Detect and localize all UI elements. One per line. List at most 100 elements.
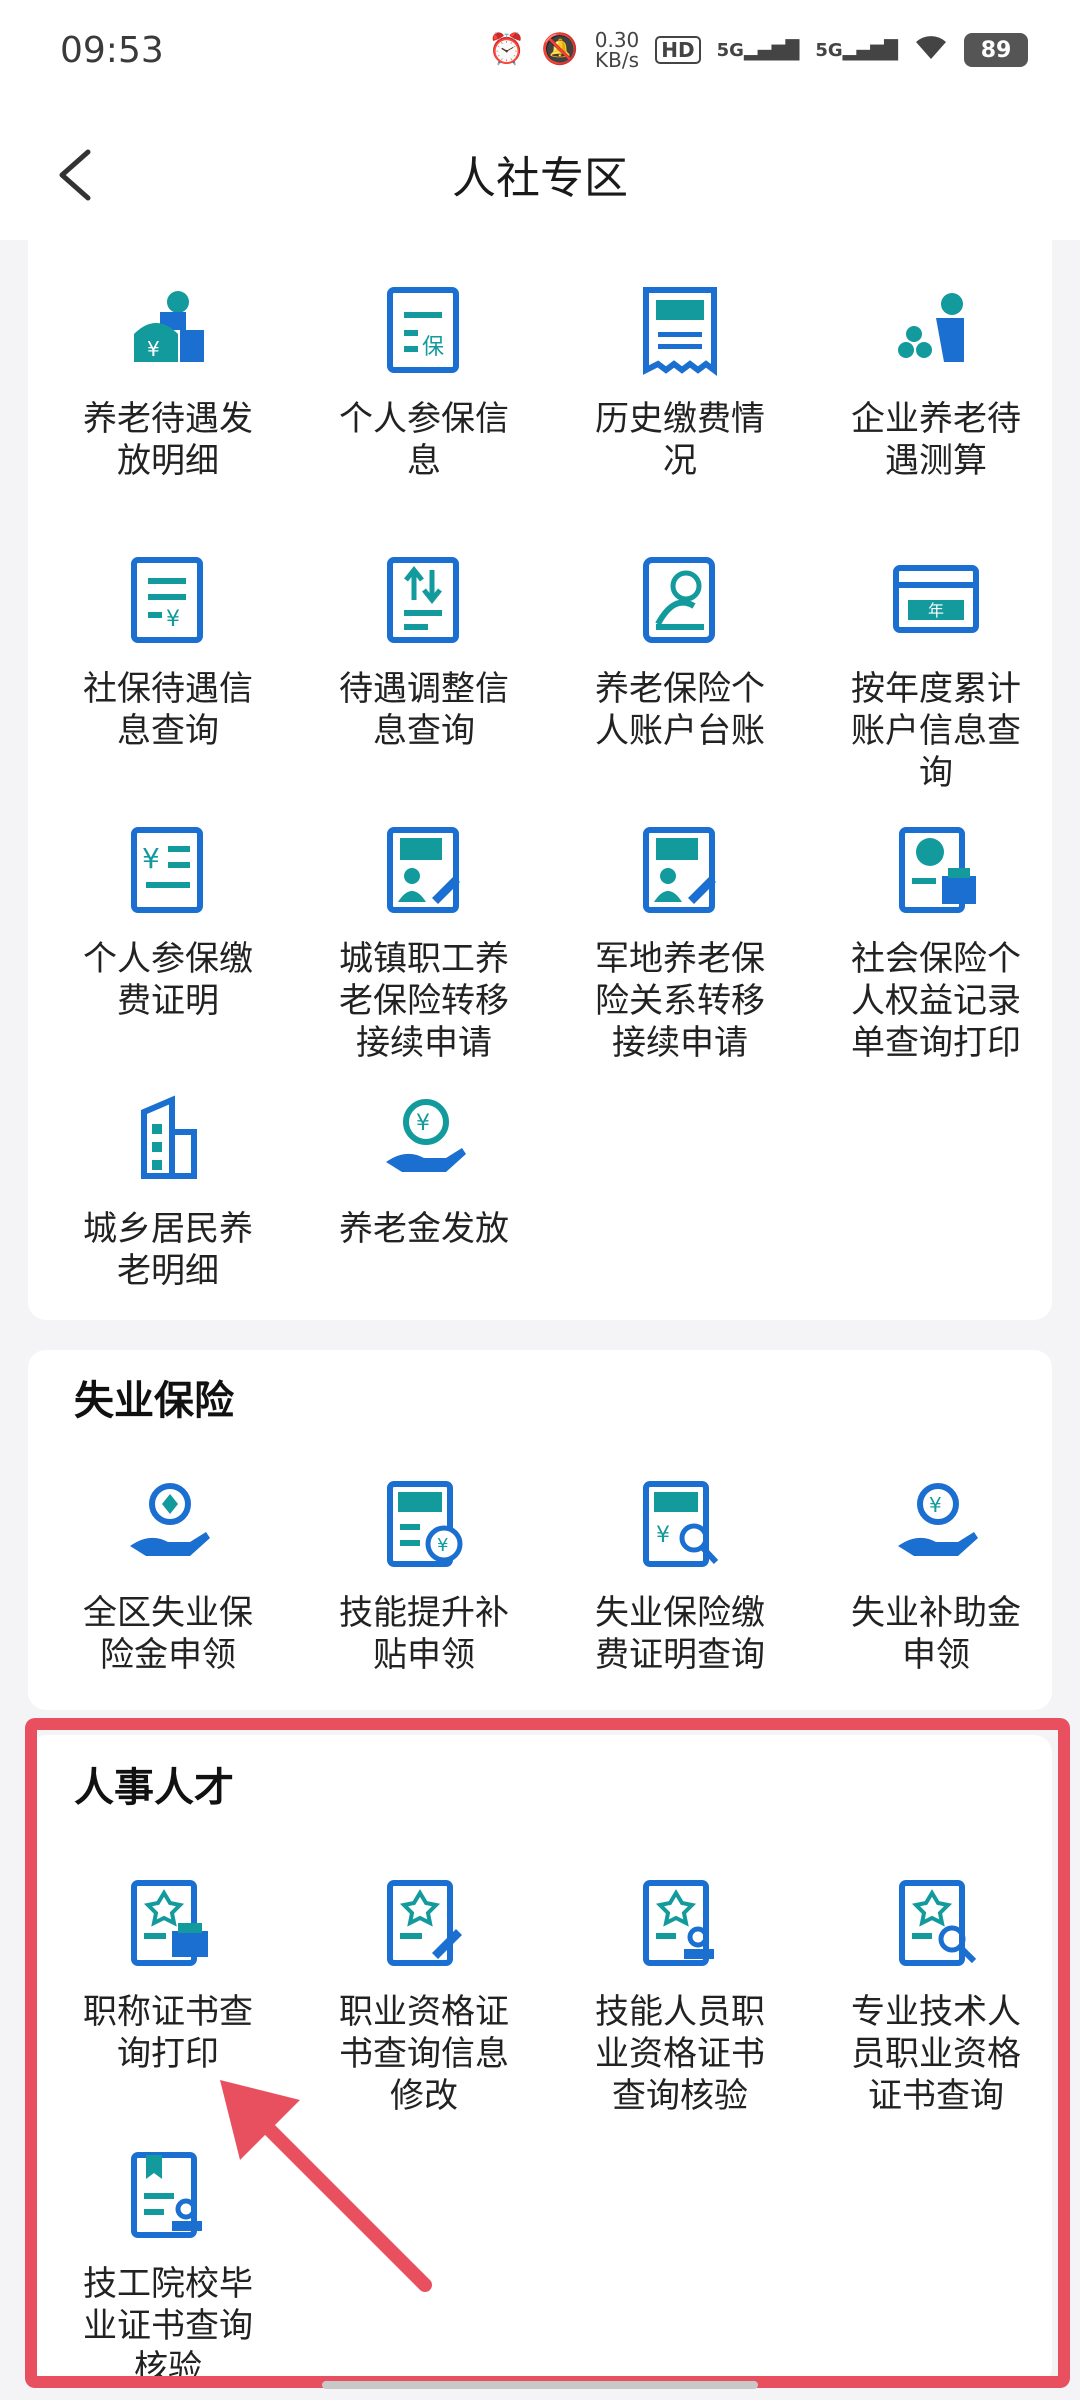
- battery-icon: 89: [964, 33, 1028, 67]
- service-item-skill-subsidy-claim[interactable]: ¥ 技能提升补贴申领: [296, 1476, 552, 1676]
- service-item-label: 企业养老待遇测算: [851, 399, 1021, 481]
- service-item-label: 专业技术人员职业资格证书查询: [851, 1992, 1021, 2116]
- hand-coin-icon: [130, 1483, 210, 1556]
- section-title: 人事人才: [74, 1765, 234, 1811]
- certificate-search-icon: [899, 1880, 977, 1966]
- service-item-label: 个人参保缴费证明: [83, 939, 253, 1021]
- certificate-print-icon: [131, 1880, 208, 1966]
- service-item-pension-issuance[interactable]: ¥ 养老金发放: [296, 1092, 552, 1250]
- hd-badge: HD: [655, 36, 701, 64]
- mute-icon: 🔕: [541, 32, 579, 67]
- svg-text:¥: ¥: [929, 1493, 942, 1517]
- service-item-rural-pension-detail[interactable]: 城乡居民养老明细: [40, 1092, 296, 1292]
- document-jineng-icon: ¥: [387, 1481, 463, 1567]
- document-jundi-icon: [643, 827, 716, 913]
- service-item-label: 失业补助金申领: [851, 1593, 1021, 1675]
- network-speed-unit: KB/s: [595, 48, 640, 72]
- service-item-military-pension-transfer[interactable]: 军地养老保险关系转移接续申请: [552, 822, 808, 1064]
- svg-text:¥: ¥: [142, 842, 160, 875]
- document-arrows-icon: [387, 557, 459, 643]
- service-item-title-certificate-print[interactable]: 职称证书查询打印: [40, 1875, 296, 2075]
- service-item-label: 失业保险缴费证明查询: [595, 1593, 765, 1675]
- service-item-label: 职称证书查询打印: [83, 1992, 253, 2074]
- service-item-payment-certificate[interactable]: ¥ 个人参保缴费证明: [40, 822, 296, 1022]
- svg-text:¥: ¥: [166, 607, 180, 632]
- status-icons: ⏰ 🔕 0.30 KB/s HD 5G▂▄▆█ 5G▂▄▆█ 89: [488, 30, 1028, 70]
- person-yuan-icon: ¥: [134, 291, 204, 362]
- service-item-pension-payment-detail[interactable]: ¥ 养老待遇发放明细: [40, 282, 296, 482]
- svg-text:¥: ¥: [147, 337, 160, 361]
- service-item-label: 历史缴费情况: [595, 399, 765, 481]
- service-item-label: 城乡居民养老明细: [83, 1209, 253, 1291]
- service-item-annual-account-query[interactable]: 年 按年度累计账户信息查询: [808, 552, 1064, 794]
- service-item-rights-record-print[interactable]: 社会保险个人权益记录单查询打印: [808, 822, 1064, 1064]
- certificate-edit-icon: [387, 1880, 462, 1966]
- unemployment-section: 失业保险 全区失业保险金申领 ¥ 技能提升补贴申领 ¥ 失业保险缴费证明查询 ¥…: [28, 1350, 1052, 1710]
- network-speed: 0.30 KB/s: [595, 30, 640, 70]
- svg-text:¥: ¥: [437, 1535, 448, 1556]
- document-si-print-icon: [899, 827, 976, 913]
- service-item-label: 待遇调整信息查询: [339, 669, 509, 751]
- service-item-personal-insurance-info[interactable]: 保 个人参保信息: [296, 282, 552, 482]
- service-item-unemployment-assistance-claim[interactable]: ¥ 失业补助金申领: [808, 1476, 1064, 1676]
- service-item-label: 技工院校毕业证书查询核验: [83, 2264, 253, 2388]
- service-item-label: 技能人员职业资格证书查询核验: [595, 1992, 765, 2116]
- service-item-qualification-certificate-edit[interactable]: 职业资格证书查询信息修改: [296, 1875, 552, 2117]
- signal-5g-icon: 5G▂▄▆█: [815, 39, 898, 61]
- section-title: 失业保险: [74, 1378, 234, 1424]
- status-bar: 09:53 ⏰ 🔕 0.30 KB/s HD 5G▂▄▆█ 5G▂▄▆█ 89: [0, 0, 1080, 110]
- svg-text:年: 年: [928, 601, 944, 620]
- service-item-label: 军地养老保险关系转移接续申请: [595, 939, 765, 1063]
- document-shiye-search-icon: ¥: [643, 1481, 719, 1567]
- document-yuan-icon: ¥: [131, 557, 203, 643]
- signal-label: 5G: [716, 39, 744, 61]
- svg-text:保: 保: [422, 335, 444, 360]
- document-bao-icon: 保: [387, 287, 459, 373]
- service-item-urban-pension-transfer[interactable]: 城镇职工养老保险转移接续申请: [296, 822, 552, 1064]
- service-item-label: 社会保险个人权益记录单查询打印: [851, 939, 1021, 1063]
- home-indicator[interactable]: [322, 2381, 758, 2389]
- service-item-unemployment-payment-cert-query[interactable]: ¥ 失业保险缴费证明查询: [552, 1476, 808, 1676]
- account-person-icon: [643, 557, 715, 643]
- service-item-label: 养老金发放: [339, 1209, 509, 1249]
- certificate-bookmark-icon: [131, 2152, 202, 2238]
- document-yuan-list-icon: ¥: [131, 827, 203, 913]
- service-item-label: 职业资格证书查询信息修改: [339, 1992, 509, 2116]
- service-item-label: 养老待遇发放明细: [83, 399, 253, 481]
- wifi-icon: [914, 33, 948, 67]
- service-item-label: 个人参保信息: [339, 399, 509, 481]
- service-item-enterprise-pension-calc[interactable]: 企业养老待遇测算: [808, 282, 1064, 482]
- building-icon: [141, 1095, 197, 1179]
- svg-text:¥: ¥: [656, 1523, 670, 1548]
- alarm-icon: ⏰: [488, 32, 526, 67]
- pension-section: ¥ 养老待遇发放明细 保 个人参保信息 历史缴费情况 企业养老待遇测算 ¥ 社保…: [28, 230, 1052, 1320]
- service-item-label: 养老保险个人账户台账: [595, 669, 765, 751]
- talent-section: 人事人才 职称证书查询打印 职业资格证书查询信息修改 技能人员职业资格证书查询核…: [28, 1735, 1052, 2388]
- signal-label: 5G: [815, 39, 843, 61]
- service-item-label: 按年度累计账户信息查询: [851, 669, 1021, 793]
- hand-coin-alt-icon: ¥: [898, 1483, 978, 1556]
- service-item-unemployment-benefit-claim[interactable]: 全区失业保险金申领: [40, 1476, 296, 1676]
- card-year-icon: 年: [893, 565, 979, 633]
- person-calc-icon: [898, 293, 964, 362]
- signal-5g-icon: 5G▂▄▆█: [716, 39, 800, 61]
- service-item-label: 社保待遇信息查询: [83, 669, 253, 751]
- hand-coin-icon: ¥: [386, 1099, 466, 1172]
- service-item-benefit-adjustment-query[interactable]: 待遇调整信息查询: [296, 552, 552, 752]
- service-item-technical-school-diploma-verify[interactable]: 技工院校毕业证书查询核验: [40, 2147, 296, 2389]
- receipt-jiaofei-icon: [643, 287, 717, 376]
- document-chengzhen-icon: [387, 827, 460, 913]
- service-item-skill-certificate-verify[interactable]: 技能人员职业资格证书查询核验: [552, 1875, 808, 2117]
- svg-text:¥: ¥: [416, 1111, 430, 1136]
- page-title: 人社专区: [452, 153, 628, 204]
- service-item-label: 城镇职工养老保险转移接续申请: [339, 939, 509, 1063]
- status-time: 09:53: [60, 30, 164, 71]
- service-item-label: 技能提升补贴申领: [339, 1593, 509, 1675]
- service-item-payment-history[interactable]: 历史缴费情况: [552, 282, 808, 482]
- service-item-pension-account-ledger[interactable]: 养老保险个人账户台账: [552, 552, 808, 752]
- service-item-label: 全区失业保险金申领: [83, 1593, 253, 1675]
- certificate-stamp-icon: [643, 1880, 714, 1966]
- service-item-social-security-benefit-query[interactable]: ¥ 社保待遇信息查询: [40, 552, 296, 752]
- nav-bar: 人社专区: [0, 110, 1080, 240]
- service-item-professional-certificate-query[interactable]: 专业技术人员职业资格证书查询: [808, 1875, 1064, 2117]
